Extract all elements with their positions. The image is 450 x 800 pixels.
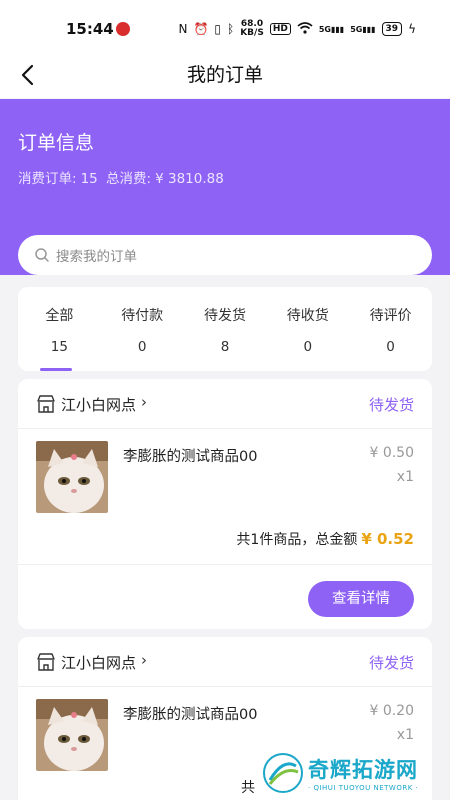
notification-icon	[116, 22, 130, 36]
tab-pending-review[interactable]: 待评价 0	[349, 287, 432, 371]
view-details-button[interactable]: 查看详情	[308, 581, 414, 617]
product-thumbnail	[36, 441, 108, 513]
total-amount: ¥ 0.52	[361, 530, 414, 548]
watermark-sub: · QIHUI TUOYOU NETWORK ·	[308, 784, 419, 792]
watermark: 奇辉拓游网 · QIHUI TUOYOU NETWORK ·	[262, 752, 418, 794]
tab-pending-shipment[interactable]: 待发货 8	[184, 287, 267, 371]
chevron-right-icon: ›	[141, 651, 147, 669]
summary-text: 共1件商品，总金额 ¥ 0.52	[236, 529, 414, 549]
order-count-label: 消费订单:	[18, 171, 77, 187]
tab-count: 15	[50, 339, 68, 355]
order-status: 待发货	[368, 654, 414, 672]
tab-count: 0	[386, 339, 395, 355]
watermark-logo-icon	[263, 753, 303, 793]
product-quantity: x1	[396, 469, 414, 485]
order-count-value: 15	[80, 171, 98, 187]
order-status: 待发货	[368, 396, 414, 414]
page-title: 我的订单	[186, 64, 263, 86]
order-stats: 消费订单: 15 总消费: ¥ 3810.88	[18, 167, 228, 187]
tab-label: 全部	[45, 308, 74, 324]
signal-5g-icon-2: 5G▮▮▮	[350, 24, 376, 34]
order-card[interactable]: 江小白网点 › 待发货 李膨胀的测试商品00 ¥ 0.50 x1 共1件商品，总…	[18, 379, 432, 629]
nfc-icon: N	[178, 22, 188, 36]
summary-prefix: 共	[241, 780, 255, 796]
charging-icon: ϟ	[408, 22, 416, 36]
nav-bar: 我的订单	[0, 50, 450, 98]
signal-5g-icon-1: 5G▮▮▮	[318, 24, 345, 34]
store-icon	[37, 653, 55, 671]
product-quantity: x1	[396, 727, 414, 743]
watermark-text: 奇辉拓游网 · QIHUI TUOYOU NETWORK ·	[308, 754, 418, 792]
store-icon	[37, 395, 55, 413]
status-time: 15:44	[66, 20, 114, 38]
tab-count: 8	[220, 339, 230, 355]
hd-badge: HD	[269, 23, 291, 35]
order-card-header: 江小白网点 › 待发货	[18, 379, 432, 429]
chevron-right-icon: ›	[141, 393, 147, 411]
tab-count: 0	[137, 339, 147, 355]
tab-label: 待收货	[286, 308, 329, 324]
bluetooth-icon: ᛒ	[227, 22, 235, 36]
product-price: ¥ 0.20	[369, 703, 414, 719]
tab-label: 待发货	[203, 308, 246, 324]
total-spend-label: 总消费:	[106, 171, 152, 187]
status-icons: N ⏰ ▯ ᛒ 68.0 KB/S HD 5G▮▮▮ 5G▮▮▮ 39 ϟ	[178, 20, 416, 38]
search-placeholder: 搜索我的订单	[56, 249, 137, 265]
search-input[interactable]: 搜索我的订单	[18, 235, 432, 275]
alarm-icon: ⏰	[193, 22, 209, 36]
product-price: ¥ 0.50	[369, 445, 414, 461]
tab-label: 待付款	[121, 308, 164, 324]
order-tabs: 全部 15 待付款 0 待发货 8 待收货 0 待评价 0	[18, 287, 432, 371]
tab-all[interactable]: 全部 15	[18, 287, 101, 371]
order-card-header: 江小白网点 › 待发货	[18, 637, 432, 687]
order-info-title: 订单信息	[18, 132, 95, 154]
store-name[interactable]: 江小白网点	[61, 652, 136, 673]
watermark-main: 奇辉拓游网	[308, 758, 418, 782]
tab-pending-payment[interactable]: 待付款 0	[101, 287, 184, 371]
product-row[interactable]: 李膨胀的测试商品00 ¥ 0.50 x1	[18, 429, 432, 529]
search-icon	[35, 248, 49, 262]
total-spend-value: ¥ 3810.88	[155, 171, 224, 187]
product-name: 李膨胀的测试商品00	[123, 449, 258, 465]
store-name[interactable]: 江小白网点	[61, 394, 136, 415]
network-speed: 68.0 KB/S	[240, 19, 264, 38]
tab-pending-receipt[interactable]: 待收货 0	[266, 287, 349, 371]
wifi-icon	[297, 21, 313, 37]
summary-prefix: 共1件商品，总金额	[236, 532, 358, 548]
battery-icon: 39	[381, 22, 403, 36]
product-name: 李膨胀的测试商品00	[123, 707, 258, 723]
order-summary: 共1件商品，总金额 ¥ 0.52	[18, 529, 432, 565]
vibrate-icon: ▯	[214, 22, 221, 36]
tab-label: 待评价	[369, 308, 412, 324]
active-tab-indicator	[40, 368, 72, 371]
tab-count: 0	[303, 339, 313, 355]
product-thumbnail	[36, 699, 108, 771]
